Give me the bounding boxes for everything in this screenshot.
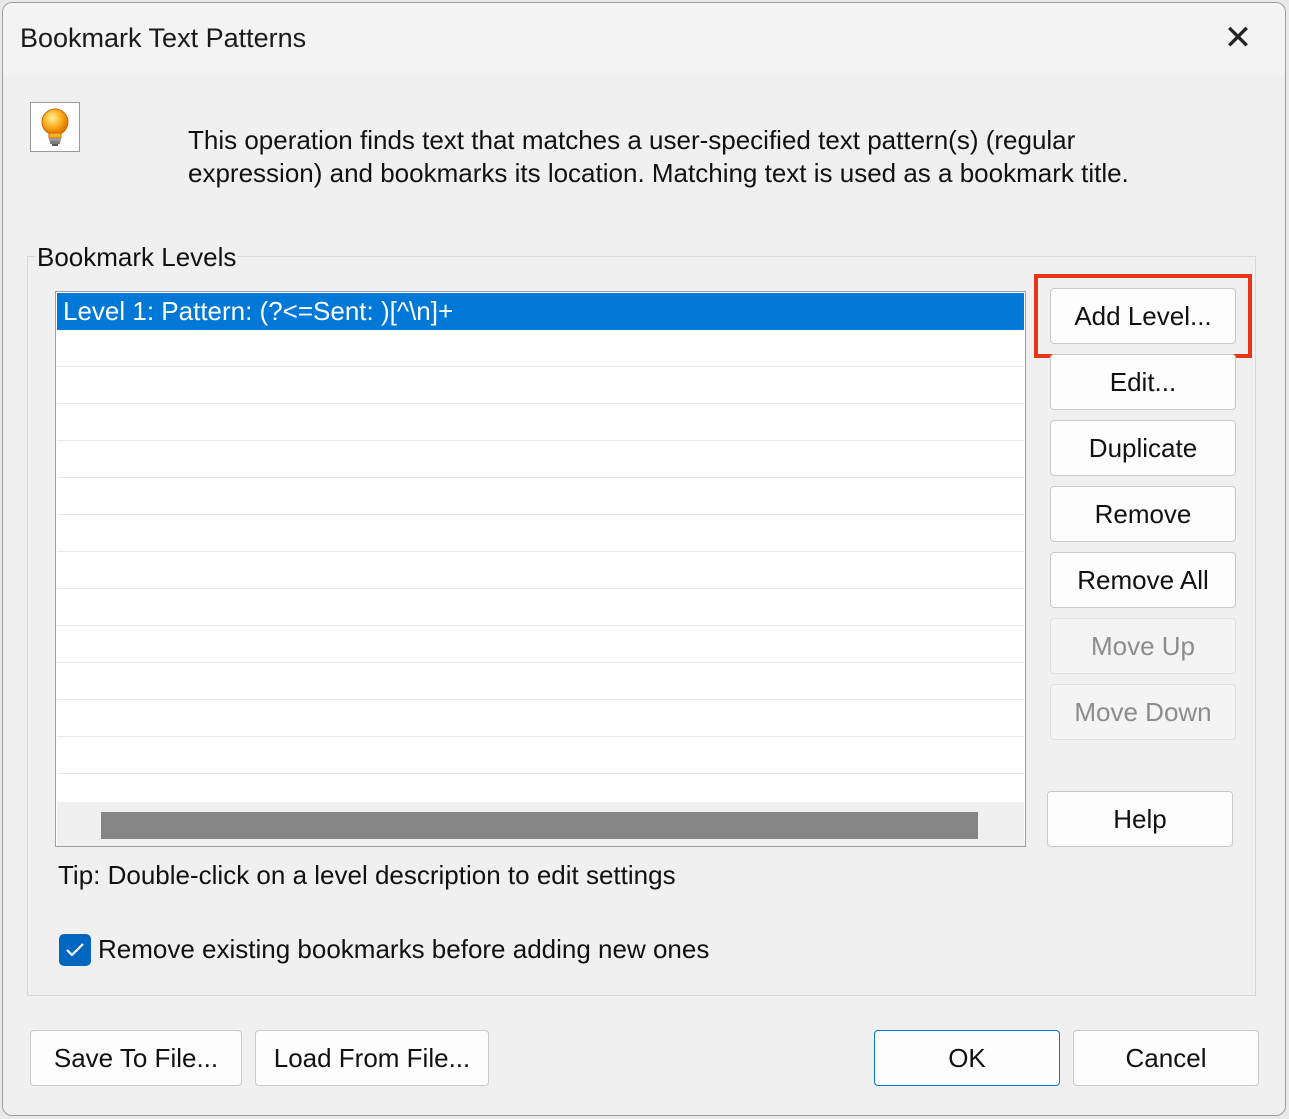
close-icon[interactable]: ✕	[1218, 21, 1258, 57]
list-item-empty[interactable]	[57, 589, 1024, 626]
description-text: This operation finds text that matches a…	[188, 124, 1188, 190]
list-item-empty[interactable]	[57, 626, 1024, 663]
title-bar: Bookmark Text Patterns ✕	[3, 3, 1285, 75]
list-item-empty[interactable]	[57, 515, 1024, 552]
description-line-2: expression) and bookmarks its location. …	[188, 158, 1129, 188]
remove-existing-label[interactable]: Remove existing bookmarks before adding …	[98, 934, 709, 965]
save-to-file-button[interactable]: Save To File...	[30, 1030, 242, 1086]
lightbulb-icon	[30, 102, 80, 152]
highlight-box	[1034, 274, 1252, 358]
ok-button[interactable]: OK	[874, 1030, 1060, 1086]
move-down-button[interactable]: Move Down	[1050, 684, 1236, 740]
cancel-button[interactable]: Cancel	[1073, 1030, 1259, 1086]
checkmark-icon	[66, 943, 84, 957]
list-item-empty[interactable]	[57, 552, 1024, 589]
description-line-1: This operation finds text that matches a…	[188, 125, 1076, 155]
remove-all-button[interactable]: Remove All	[1050, 552, 1236, 608]
edit-button[interactable]: Edit...	[1050, 354, 1236, 410]
list-item-empty[interactable]	[57, 478, 1024, 515]
list-item-empty[interactable]	[57, 404, 1024, 441]
remove-existing-checkbox[interactable]	[59, 934, 91, 966]
list-item-level-1[interactable]: Level 1: Pattern: (?<=Sent: )[^\n]+	[57, 293, 1024, 330]
list-item-empty[interactable]	[57, 330, 1024, 367]
scrollbar-thumb[interactable]	[101, 812, 978, 839]
remove-button[interactable]: Remove	[1050, 486, 1236, 542]
list-item-empty[interactable]	[57, 663, 1024, 700]
move-up-button[interactable]: Move Up	[1050, 618, 1236, 674]
levels-listbox[interactable]: Level 1: Pattern: (?<=Sent: )[^\n]+	[55, 291, 1026, 847]
bookmark-levels-label: Bookmark Levels	[35, 242, 239, 273]
tip-text: Tip: Double-click on a level description…	[58, 860, 676, 890]
list-item-empty[interactable]	[57, 441, 1024, 478]
horizontal-scrollbar[interactable]	[57, 802, 1024, 846]
help-button[interactable]: Help	[1047, 791, 1233, 847]
load-from-file-button[interactable]: Load From File...	[255, 1030, 489, 1086]
list-item-empty[interactable]	[57, 367, 1024, 404]
duplicate-button[interactable]: Duplicate	[1050, 420, 1236, 476]
window-title: Bookmark Text Patterns	[20, 23, 307, 53]
list-item-empty[interactable]	[57, 700, 1024, 737]
list-item-empty[interactable]	[57, 737, 1024, 774]
